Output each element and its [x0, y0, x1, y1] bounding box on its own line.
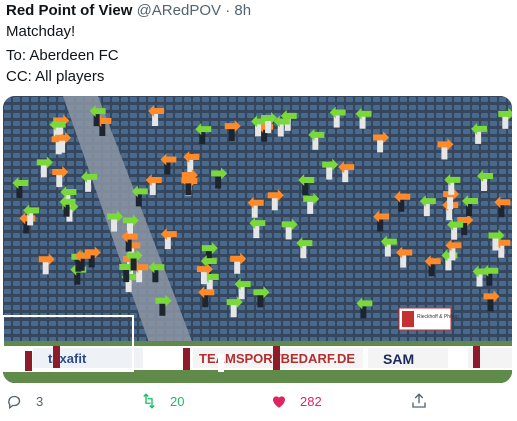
- tweet-actions: 3 20 282: [0, 388, 517, 418]
- tweet-header: Red Point of View @ARedPOV · 8h: [6, 2, 251, 19]
- banner-rieckhoff: Rieckhoff & Philipp: [417, 314, 459, 320]
- retweet-icon: [143, 393, 155, 409]
- banner-sam: SAM: [383, 351, 414, 367]
- reply-button[interactable]: 3: [6, 392, 43, 410]
- retweet-button[interactable]: 20: [140, 392, 184, 410]
- retweet-count: 20: [170, 393, 185, 409]
- tweet-text-line-2: To: Aberdeen FC: [6, 47, 119, 64]
- separator-dot: ·: [225, 2, 231, 19]
- share-button[interactable]: [410, 392, 428, 410]
- tweet-text-line-3: CC: All players: [6, 68, 105, 85]
- author-name[interactable]: Red Point of View: [6, 2, 132, 19]
- tweet-timestamp[interactable]: 8h: [234, 2, 251, 19]
- share-icon: [412, 393, 426, 408]
- author-handle[interactable]: @ARedPOV: [137, 2, 221, 19]
- like-button[interactable]: 282: [270, 392, 322, 410]
- heart-icon: [273, 396, 285, 408]
- reply-icon: [8, 395, 21, 410]
- like-count: 282: [300, 393, 322, 409]
- tweet-media-image[interactable]: taxafit TEAMSPORTBEDARF.DE SAM Rieckhoff…: [3, 96, 512, 383]
- reply-count: 3: [36, 393, 44, 409]
- tweet-text-line-1: Matchday!: [6, 23, 76, 40]
